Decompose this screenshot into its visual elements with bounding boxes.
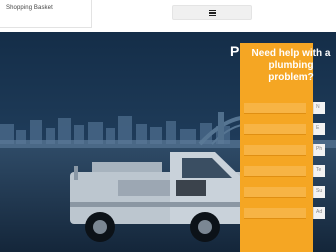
help-form-field-text-label: Te [313, 165, 325, 177]
help-form-field-email[interactable] [244, 124, 306, 135]
shopping-basket[interactable]: Shopping Basket [0, 0, 92, 28]
help-form-field-text[interactable] [244, 166, 306, 177]
menu-button[interactable] [172, 5, 252, 20]
help-form-field-email-label: E [313, 123, 325, 135]
help-form-field-phone-label: Ph [313, 144, 325, 156]
hamburger-menu-icon[interactable] [209, 10, 216, 17]
help-form-field-phone[interactable] [244, 145, 306, 156]
help-form-field-address[interactable] [244, 208, 306, 219]
help-form-title: Need help with a plumbing problem? [251, 48, 331, 83]
shopping-basket-label[interactable]: Shopping Basket [6, 5, 53, 11]
top-bar: Shopping Basket [0, 0, 336, 32]
help-form-field-subject[interactable] [244, 187, 306, 198]
help-form-field-address-label: Ad [313, 207, 325, 219]
help-form-field-name[interactable] [244, 103, 306, 114]
help-form-field-subject-label: Su [313, 186, 325, 198]
help-form-field-name-label: N [313, 102, 325, 114]
